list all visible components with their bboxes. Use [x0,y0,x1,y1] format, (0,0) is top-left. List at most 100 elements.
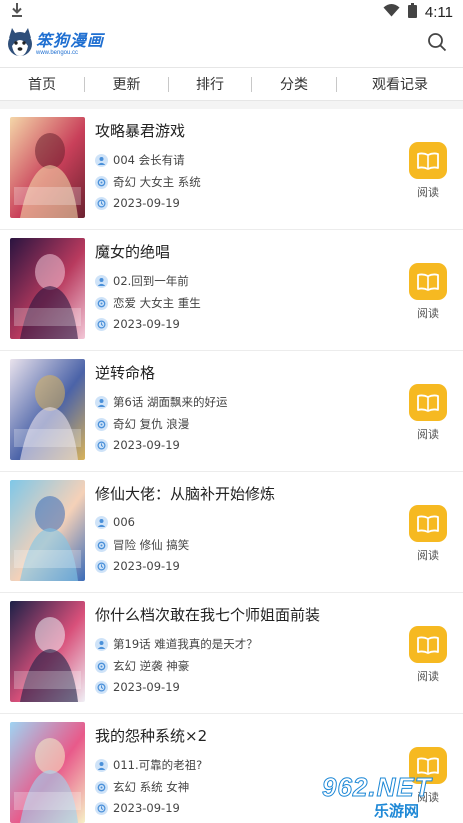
chapter-text: 011.可靠的老祖? [113,758,203,772]
read-label: 阅读 [417,307,439,320]
download-icon [10,2,24,22]
comic-latest-chapter: 004 会长有请 [95,152,185,168]
read-label: 阅读 [417,670,439,683]
logo-title: 笨狗漫画 [36,30,105,50]
comic-list-item[interactable]: 你什么档次敢在我七个师姐面前装 第19话 难道我真的是天才？ 玄幻 逆袭 神豪 … [0,593,463,714]
tab-history[interactable]: 观看记录 [337,74,463,94]
comic-list: 攻略暴君游戏 004 会长有请 奇幻 大女主 系统 2023-09-19 阅读 [0,109,463,823]
tab-home[interactable]: 首页 [0,74,84,94]
chapter-text: 第6话 湖面飘来的好运 [113,395,228,409]
book-icon[interactable] [409,263,447,300]
comic-cover-image[interactable] [10,722,85,823]
tags-text: 玄幻 逆袭 神豪 [113,659,190,673]
tab-ranking[interactable]: 排行 [169,74,251,94]
read-button[interactable]: 阅读 [409,626,447,684]
comic-latest-chapter: 011.可靠的老祖? [95,757,202,773]
read-label: 阅读 [417,428,439,441]
comic-latest-chapter: 第19话 难道我真的是天才？ [95,636,258,652]
watermark-text: 乐游网 [374,802,420,820]
clock-icon [95,680,108,694]
logo-url: www.bengou.cc [36,49,79,56]
tab-categories[interactable]: 分类 [252,74,336,94]
search-icon[interactable] [427,32,447,56]
comic-latest-chapter: 006 [95,515,135,529]
comic-title[interactable]: 修仙大佬：从脑补开始修炼 [95,483,275,504]
date-text: 2023-09-19 [113,196,180,210]
comic-title[interactable]: 我的怨种系统×2 [95,725,207,746]
chapter-text: 02.回到一年前 [113,274,189,288]
comic-cover-image[interactable] [10,359,85,460]
read-button[interactable]: 阅读 [409,505,447,563]
comic-tags: 奇幻 复仇 浪漫 [95,416,189,432]
comic-update-date: 2023-09-19 [95,680,180,694]
clock-icon [95,438,108,452]
person-icon [95,395,108,409]
book-icon[interactable] [409,142,447,179]
wifi-icon [383,3,400,21]
read-button[interactable]: 阅读 [409,142,447,200]
husky-logo-icon [6,26,34,62]
date-text: 2023-09-19 [113,317,180,331]
book-icon[interactable] [409,505,447,542]
comic-update-date: 2023-09-19 [95,196,180,210]
comic-list-item[interactable]: 修仙大佬：从脑补开始修炼 006 冒险 修仙 搞笑 2023-09-19 阅读 [0,472,463,593]
book-icon[interactable] [409,384,447,421]
person-icon [95,758,108,772]
date-text: 2023-09-19 [113,438,180,452]
comic-title[interactable]: 你什么档次敢在我七个师姐面前装 [95,604,320,625]
comic-update-date: 2023-09-19 [95,317,180,331]
comic-list-item[interactable]: 攻略暴君游戏 004 会长有请 奇幻 大女主 系统 2023-09-19 阅读 [0,109,463,230]
read-button[interactable]: 阅读 [409,384,447,442]
clock-icon [95,317,108,331]
clock-icon [95,196,108,210]
watermark-number: 962.NET [322,772,432,803]
date-text: 2023-09-19 [113,559,180,573]
comic-cover-image[interactable] [10,238,85,339]
read-label: 阅读 [417,549,439,562]
person-icon [95,515,108,529]
tags-text: 恋爱 大女主 重生 [113,296,201,310]
comic-list-item[interactable]: 逆转命格 第6话 湖面飘来的好运 奇幻 复仇 浪漫 2023-09-19 阅读 [0,351,463,472]
app-logo[interactable]: 笨狗漫画 www.bengou.cc [6,26,104,62]
book-icon[interactable] [409,626,447,663]
battery-icon [407,2,417,22]
comic-title[interactable]: 魔女的绝唱 [95,241,170,262]
person-icon [95,153,108,167]
nav-tabs: 首页 更新 排行 分类 观看记录 [0,67,463,101]
person-icon [95,274,108,288]
person-icon [95,637,108,651]
site-watermark: 962.NET 乐游网 [318,770,463,823]
comic-latest-chapter: 02.回到一年前 [95,273,189,289]
tag-icon [95,417,108,431]
comic-tags: 冒险 修仙 搞笑 [95,537,189,553]
tags-text: 玄幻 系统 女神 [113,780,190,794]
app-bar: 笨狗漫画 www.bengou.cc [0,24,463,64]
read-label: 阅读 [417,186,439,199]
tags-text: 冒险 修仙 搞笑 [113,538,190,552]
comic-update-date: 2023-09-19 [95,801,180,815]
comic-title[interactable]: 逆转命格 [95,362,155,383]
tag-icon [95,659,108,673]
read-button[interactable]: 阅读 [409,263,447,321]
comic-list-item[interactable]: 魔女的绝唱 02.回到一年前 恋爱 大女主 重生 2023-09-19 阅读 [0,230,463,351]
status-time: 4:11 [424,3,453,21]
tags-text: 奇幻 大女主 系统 [113,175,201,189]
comic-title[interactable]: 攻略暴君游戏 [95,120,185,141]
date-text: 2023-09-19 [113,680,180,694]
clock-icon [95,559,108,573]
comic-cover-image[interactable] [10,480,85,581]
comic-tags: 奇幻 大女主 系统 [95,174,201,190]
chapter-text: 004 会长有请 [113,153,185,167]
date-text: 2023-09-19 [113,801,180,815]
tag-icon [95,780,108,794]
tag-icon [95,296,108,310]
comic-update-date: 2023-09-19 [95,559,180,573]
comic-cover-image[interactable] [10,117,85,218]
comic-tags: 恋爱 大女主 重生 [95,295,201,311]
tab-updates[interactable]: 更新 [85,74,168,94]
comic-tags: 玄幻 逆袭 神豪 [95,658,189,674]
clock-icon [95,801,108,815]
comic-cover-image[interactable] [10,601,85,702]
tags-text: 奇幻 复仇 浪漫 [113,417,190,431]
status-bar: 4:11 [0,0,463,24]
